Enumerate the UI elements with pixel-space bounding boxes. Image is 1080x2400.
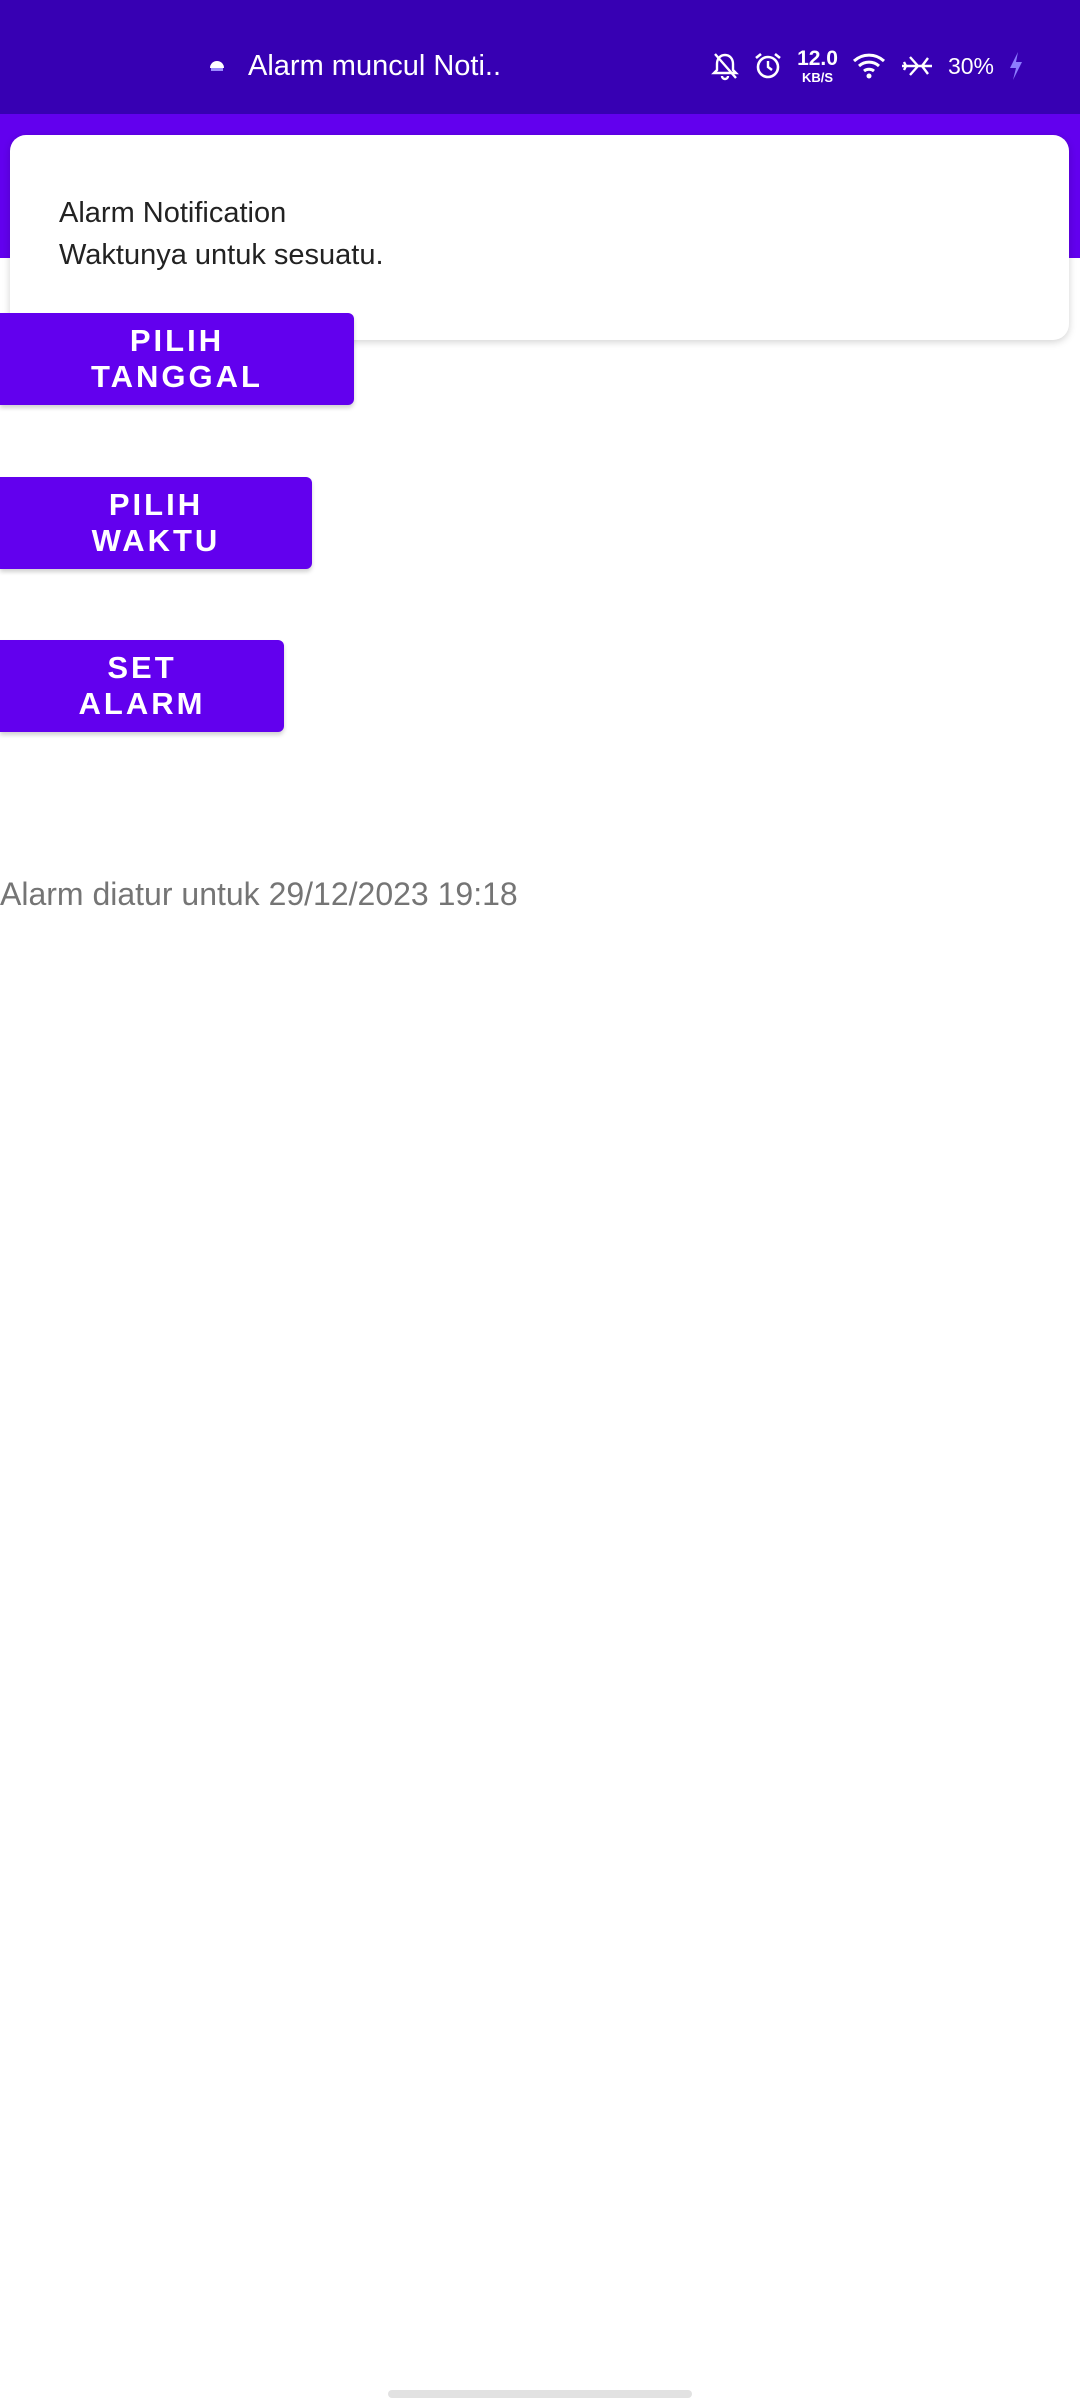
bell-off-icon xyxy=(711,53,739,81)
status-icons: 12.0 KB/S 30% xyxy=(711,48,1024,84)
status-bar: Alarm muncul Noti.. 12.0 KB/S 30% xyxy=(0,0,1080,114)
set-alarm-button[interactable]: SET ALARM xyxy=(0,640,284,732)
airplane-mode-icon xyxy=(901,56,932,76)
screen: Alarm muncul Noti.. 12.0 KB/S 30% Alarm … xyxy=(0,0,1080,2400)
pick-time-button[interactable]: PILIH WAKTU xyxy=(0,477,312,569)
home-indicator[interactable] xyxy=(388,2390,692,2398)
charging-bolt-icon xyxy=(1010,52,1022,80)
notification-text: Waktunya untuk sesuatu. xyxy=(59,239,384,271)
status-notification-area: Alarm muncul Noti.. xyxy=(208,50,501,83)
network-speed: 12.0 KB/S xyxy=(797,48,838,84)
alarm-status-text: Alarm diatur untuk 29/12/2023 19:18 xyxy=(0,876,518,912)
network-speed-value: 12.0 xyxy=(797,47,838,70)
notification-title: Alarm Notification xyxy=(59,197,287,229)
status-notification-title: Alarm muncul Noti.. xyxy=(248,50,502,82)
pick-date-button[interactable]: PILIH TANGGAL xyxy=(0,313,354,405)
alarm-clock-icon xyxy=(755,52,781,79)
heads-up-notification[interactable]: Alarm Notification Waktunya untuk sesuat… xyxy=(10,135,1069,340)
battery-percent: 30% xyxy=(947,52,994,79)
app-notification-icon xyxy=(210,60,224,71)
network-speed-unit: KB/S xyxy=(801,70,834,85)
wifi-icon xyxy=(852,53,885,79)
